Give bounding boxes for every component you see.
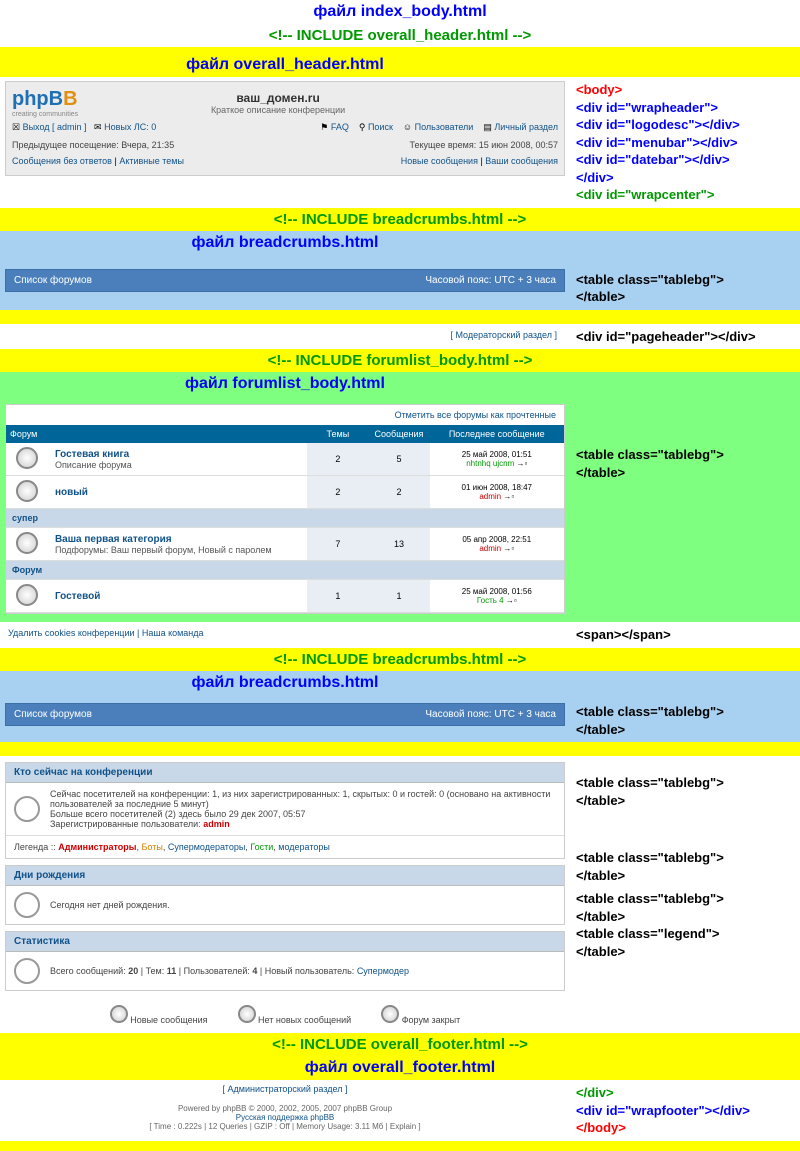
include-breadcrumbs-1: <!-- INCLUDE breadcrumbs.html --> xyxy=(0,208,800,231)
new-posts-link[interactable]: Новые сообщения xyxy=(401,156,478,166)
forum-row[interactable]: новый2201 июн 2008, 18:47admin →▫ xyxy=(6,476,564,509)
ucp-link[interactable]: Личный раздел xyxy=(494,122,558,132)
birthdays: Дни рождения Сегодня нет дней рождения. xyxy=(5,865,565,925)
include-breadcrumbs-2: <!-- INCLUDE breadcrumbs.html --> xyxy=(0,648,800,671)
site-title: ваш_домен.ru xyxy=(78,91,478,105)
menubar: ☒ Выход [ admin ] ✉ Новых ЛС: 0 ⚑ FAQ ⚲ … xyxy=(12,118,558,137)
delete-cookies-link[interactable]: Удалить cookies конференции xyxy=(8,628,135,638)
moderator-panel-link[interactable]: [ Модераторский раздел ] xyxy=(5,324,565,346)
mark-read-link[interactable]: Отметить все форумы как прочтенные xyxy=(6,405,564,425)
forum-icon xyxy=(16,480,38,502)
forum-header-wrap: phpBB creating communities ваш_домен.ru … xyxy=(5,81,565,176)
birthday-icon xyxy=(14,892,40,918)
include-overall-header: <!-- INCLUDE overall_header.html --> xyxy=(0,24,800,47)
msgbar: Сообщения без ответов | Активные темы Но… xyxy=(12,153,558,169)
members-link[interactable]: Пользователи xyxy=(415,122,474,132)
title-overall-footer: файл overall_footer.html xyxy=(0,1056,800,1080)
code-annotation: </div> <div id="wrapfooter"></div> </bod… xyxy=(570,1080,800,1141)
admin-panel-link[interactable]: [ Администраторский раздел ] xyxy=(5,1080,565,1098)
code-annotation: <body> <div id="wrapheader"> <div id="lo… xyxy=(570,77,800,208)
breadcrumb-right: Часовой пояс: UTC + 3 часа xyxy=(425,275,556,286)
statistics: Статистика Всего сообщений: 20 | Тем: 11… xyxy=(5,931,565,991)
stats-icon xyxy=(14,958,40,984)
search-link[interactable]: Поиск xyxy=(368,122,393,132)
faq-link[interactable]: FAQ xyxy=(331,122,349,132)
your-posts-link[interactable]: Ваши сообщения xyxy=(485,156,558,166)
footer-credits: Powered by phpBB © 2000, 2002, 2005, 200… xyxy=(5,1098,565,1137)
title-breadcrumbs-2: файл breadcrumbs.html xyxy=(5,671,565,695)
no-new-posts-icon xyxy=(238,1005,256,1023)
include-overall-footer: <!-- INCLUDE overall_footer.html --> xyxy=(0,1033,800,1056)
site-desc: Краткое описание конференции xyxy=(78,105,478,115)
new-user-link[interactable]: Супермодер xyxy=(357,966,409,976)
forum-row[interactable]: Ваша первая категорияПодфорумы: Ваш перв… xyxy=(6,528,564,561)
active-link[interactable]: Активные темы xyxy=(119,156,184,166)
online-icon xyxy=(14,796,40,822)
unanswered-link[interactable]: Сообщения без ответов xyxy=(12,156,112,166)
logout-link[interactable]: Выход [ admin ] xyxy=(23,122,87,132)
breadcrumb-bar-1: Список форумов Часовой пояс: UTC + 3 час… xyxy=(5,269,565,292)
datebar: Предыдущее посещение: Вчера, 21:35Текуще… xyxy=(12,137,558,153)
title-breadcrumbs-1: файл breadcrumbs.html xyxy=(5,231,565,255)
code-annotation: <table class="tablebg"> </table> xyxy=(570,231,800,310)
legend-icons: Новые сообщения Нет новых сообщений Фору… xyxy=(5,997,565,1033)
phpbb-logo: phpBB creating communities xyxy=(12,88,78,118)
breadcrumb-left[interactable]: Список форумов xyxy=(14,275,92,286)
include-forumlist: <!-- INCLUDE forumlist_body.html --> xyxy=(0,349,800,372)
title-index-body: файл index_body.html xyxy=(0,0,800,24)
forum-locked-icon xyxy=(381,1005,399,1023)
category-row[interactable]: супер xyxy=(6,509,564,528)
title-overall-header: файл overall_header.html xyxy=(5,53,565,77)
code-annotation: <span></span> xyxy=(570,622,800,648)
code-annotation: <table class="tablebg"> </table> <table … xyxy=(570,756,800,1033)
pm-link[interactable]: Новых ЛС: 0 xyxy=(104,122,156,132)
forum-row[interactable]: Гостевая книгаОписание форума2525 май 20… xyxy=(6,443,564,476)
code-annotation: <table class="tablebg"> </table> xyxy=(570,372,800,622)
new-posts-icon xyxy=(110,1005,128,1023)
title-forumlist: файл forumlist_body.html xyxy=(5,372,565,396)
breadcrumb-bar-2: Список форумов Часовой пояс: UTC + 3 час… xyxy=(5,703,565,726)
code-annotation: <table class="tablebg"> </table> xyxy=(570,671,800,742)
code-annotation: <div id="pageheader"></div> xyxy=(570,324,800,350)
forum-icon xyxy=(16,532,38,554)
forum-icon xyxy=(16,447,38,469)
forum-table: Форум Темы Сообщения Последнее сообщение… xyxy=(6,425,564,613)
team-link[interactable]: Наша команда xyxy=(142,628,204,638)
forum-icon xyxy=(16,584,38,606)
category-row[interactable]: Форум xyxy=(6,561,564,580)
whos-online: Кто сейчас на конференции Сейчас посетит… xyxy=(5,762,565,859)
forum-row[interactable]: Гостевой1125 май 2008, 01:56Гость 4 →▫ xyxy=(6,580,564,613)
